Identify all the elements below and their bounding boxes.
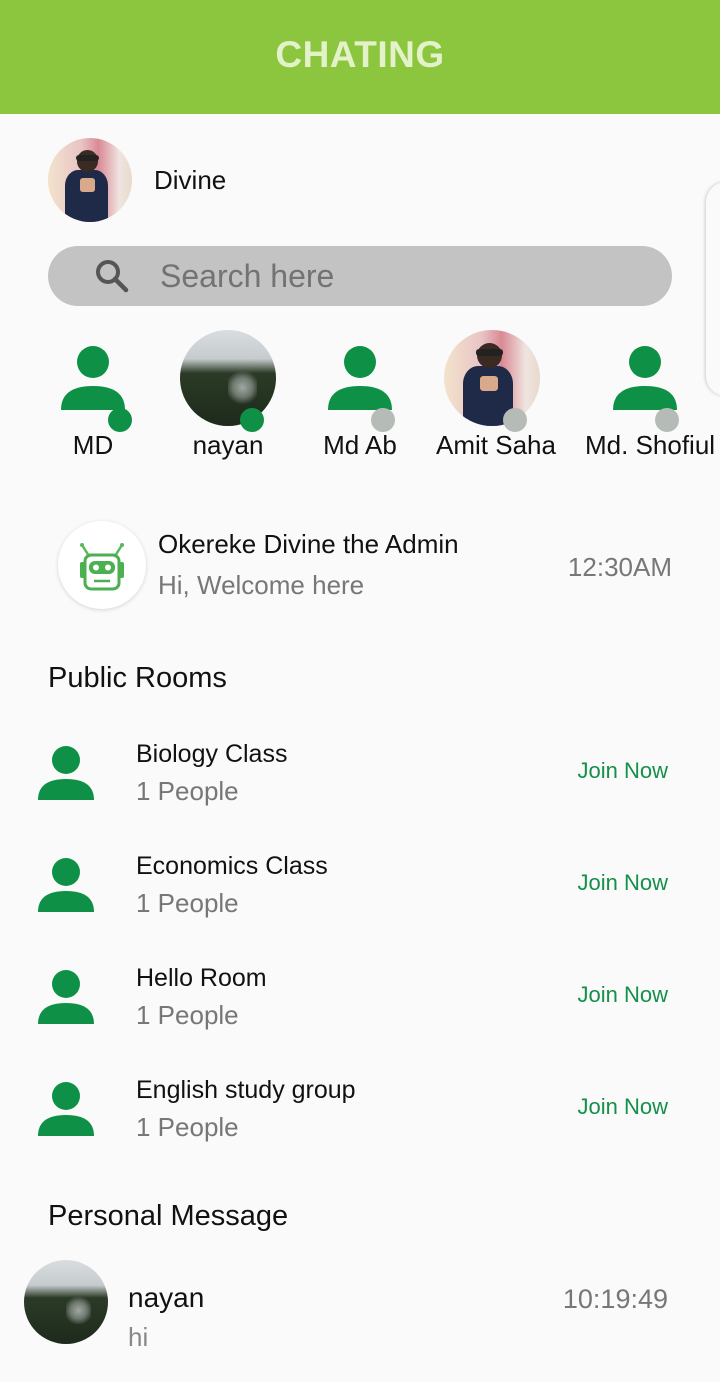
contact-name: Amit Saha xyxy=(436,430,556,460)
current-user-profile[interactable]: Divine xyxy=(48,138,226,222)
offline-status-dot xyxy=(655,408,679,432)
contacts-strip[interactable]: MD nayan Md Ab Amit Saha Md. Shofiul xyxy=(0,330,720,470)
join-now-button[interactable]: Join Now xyxy=(578,758,668,784)
admin-chat-message: Hi, Welcome here xyxy=(158,570,365,600)
app-title: CHATING xyxy=(275,34,445,75)
search-bar[interactable] xyxy=(48,246,672,306)
contact-name: Md Ab xyxy=(323,430,397,460)
robot-icon xyxy=(80,543,124,591)
personal-message-item[interactable]: nayan hi 10:19:49 xyxy=(24,1260,674,1352)
personal-message-name: nayan xyxy=(128,1282,205,1313)
contact-name: MD xyxy=(72,430,114,460)
admin-chat-time: 12:30AM xyxy=(567,552,672,582)
room-name: Biology Class xyxy=(136,740,288,768)
contact-avatar-photo xyxy=(444,330,540,426)
group-person-icon xyxy=(38,1082,94,1136)
offline-status-dot xyxy=(503,408,527,432)
contact-name: nayan xyxy=(192,430,264,460)
room-item[interactable]: Hello Room 1 People Join Now xyxy=(36,964,686,1054)
room-item[interactable]: Biology Class 1 People Join Now xyxy=(36,740,686,830)
room-name: English study group xyxy=(136,1076,356,1104)
group-person-icon xyxy=(38,858,94,912)
contact-name: Md. Shofiul xyxy=(585,430,716,460)
public-rooms-heading: Public Rooms xyxy=(48,662,227,694)
group-person-icon xyxy=(38,970,94,1024)
join-now-button[interactable]: Join Now xyxy=(578,1094,668,1120)
room-member-count: 1 People xyxy=(136,776,239,806)
online-status-dot xyxy=(240,408,264,432)
person-icon xyxy=(328,346,392,410)
join-now-button[interactable]: Join Now xyxy=(578,870,668,896)
room-name: Economics Class xyxy=(136,852,328,880)
contact-avatar-photo xyxy=(180,330,276,426)
personal-message-heading: Personal Message xyxy=(48,1200,289,1232)
room-item[interactable]: Economics Class 1 People Join Now xyxy=(36,852,686,942)
online-status-dot xyxy=(108,408,132,432)
room-member-count: 1 People xyxy=(136,1000,239,1030)
search-icon xyxy=(96,260,129,293)
admin-avatar xyxy=(58,521,146,609)
personal-message-text: hi xyxy=(128,1322,149,1352)
user-avatar[interactable] xyxy=(48,138,132,222)
personal-message-avatar xyxy=(24,1260,108,1344)
group-person-icon xyxy=(38,746,94,800)
user-name: Divine xyxy=(154,164,227,195)
room-item[interactable]: English study group 1 People Join Now xyxy=(36,1076,686,1166)
search-input[interactable] xyxy=(160,257,620,295)
admin-chat-item[interactable]: Okereke Divine the Admin Hi, Welcome her… xyxy=(58,520,678,610)
join-now-button[interactable]: Join Now xyxy=(578,982,668,1008)
room-member-count: 1 People xyxy=(136,888,239,918)
person-icon xyxy=(613,346,677,410)
admin-chat-name: Okereke Divine the Admin xyxy=(158,529,459,559)
offline-status-dot xyxy=(371,408,395,432)
app-bar: CHATING xyxy=(0,0,720,114)
room-name: Hello Room xyxy=(136,964,267,992)
contact-item[interactable]: nayan xyxy=(163,330,293,460)
room-member-count: 1 People xyxy=(136,1112,239,1142)
personal-message-time: 10:19:49 xyxy=(562,1284,668,1314)
